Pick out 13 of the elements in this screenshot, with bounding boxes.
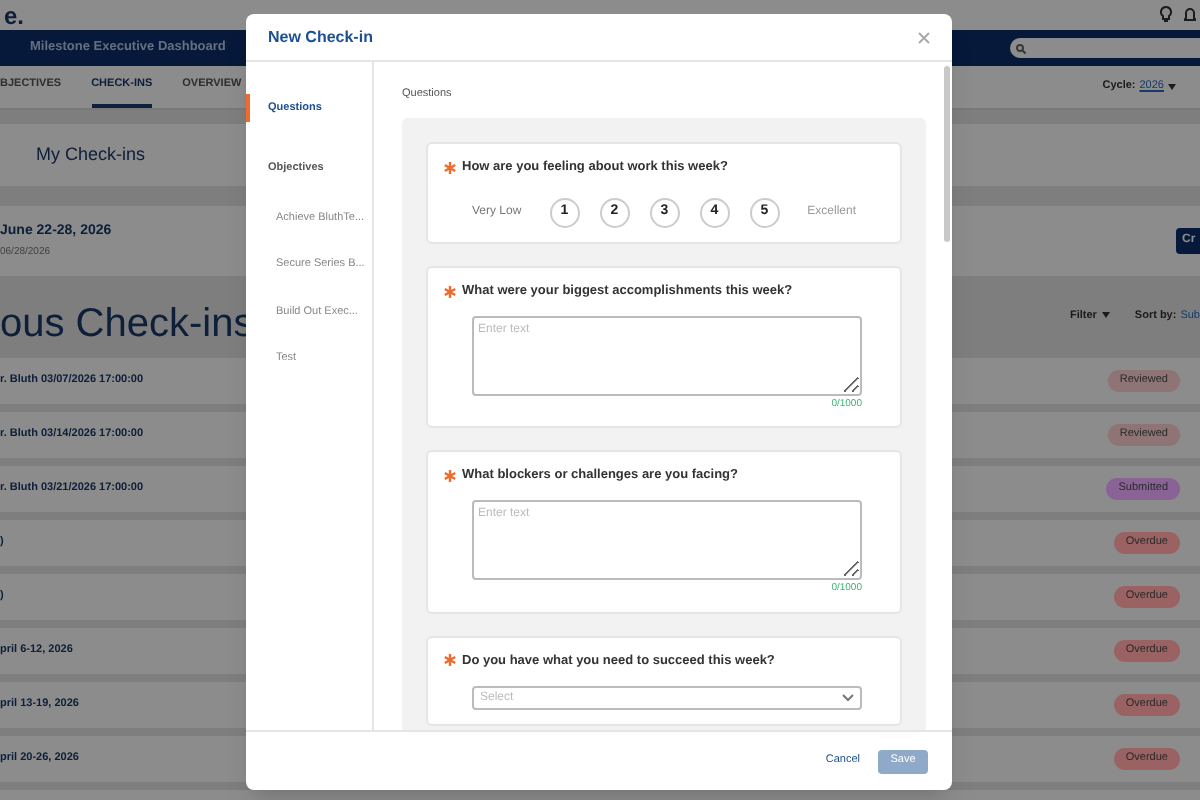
close-icon[interactable] [918,31,930,43]
section-title: My Check-ins [36,141,146,168]
lightbulb-icon[interactable] [1160,6,1172,24]
search-field[interactable] [1010,38,1200,58]
caret-down-icon [1102,312,1111,319]
scrollbar[interactable] [944,66,950,242]
chevron-down-icon [842,694,854,703]
caret-down-icon [1168,84,1176,90]
logo: e. [4,3,25,27]
dialog-title: New Check-in [268,25,373,49]
previous-checkins-heading: ous Check-ins [0,304,254,344]
search-icon [1016,43,1026,53]
bell-icon[interactable] [1184,6,1196,24]
